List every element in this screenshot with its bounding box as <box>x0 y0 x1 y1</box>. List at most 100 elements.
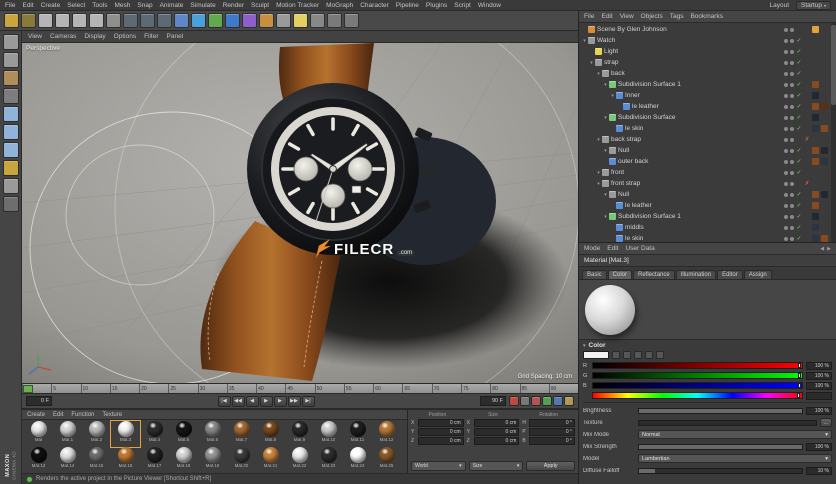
object-label[interactable]: front <box>611 169 784 176</box>
object-tree-row[interactable]: outer back ✓ <box>579 156 836 167</box>
material-item[interactable]: Mat.10 <box>314 421 343 447</box>
mix-strength-value-field[interactable]: 100 % <box>806 442 832 451</box>
material-tag-chip[interactable] <box>821 81 828 88</box>
menu-item[interactable]: Motion Tracker <box>276 2 319 9</box>
object-tree-row[interactable]: le leather ✓ <box>579 101 836 112</box>
viewport-menu-item[interactable]: Display <box>84 33 105 40</box>
texture-field[interactable] <box>638 419 817 426</box>
object-label[interactable]: strap <box>604 59 784 66</box>
material-sphere[interactable] <box>88 421 105 437</box>
render-visibility-dot[interactable] <box>790 38 794 43</box>
material-sphere[interactable] <box>291 421 308 437</box>
position-field[interactable]: 0 cm <box>418 428 464 436</box>
material-preview[interactable] <box>579 280 836 340</box>
expander-icon[interactable]: ▾ <box>595 181 602 187</box>
material-item[interactable]: Mat.13 <box>24 447 53 473</box>
enabled-check-icon[interactable]: ✓ <box>796 213 802 220</box>
material-tag-chip[interactable] <box>812 125 819 132</box>
object-label[interactable]: Inner <box>625 92 784 99</box>
enabled-check-icon[interactable]: ✓ <box>796 224 802 231</box>
material-tag-chip[interactable] <box>821 70 828 77</box>
editor-visibility-dot[interactable] <box>784 214 788 219</box>
material-tag-chip[interactable] <box>821 191 828 198</box>
material-item[interactable]: Mat.21 <box>256 447 285 473</box>
add-deformer-icon[interactable] <box>242 13 257 28</box>
blue-slider[interactable] <box>592 382 803 389</box>
editor-visibility-dot[interactable] <box>784 71 788 76</box>
menu-item[interactable]: Pipeline <box>396 2 419 9</box>
material-tag-chip[interactable] <box>821 48 828 55</box>
object-label[interactable]: Scene By Glen Johnson <box>597 26 784 33</box>
section-collapse-icon[interactable]: ▾ <box>583 343 586 349</box>
position-field[interactable]: 0 cm <box>418 437 464 445</box>
previous-frame-button[interactable]: ◀ <box>245 395 259 407</box>
material-tag-chip[interactable] <box>812 158 819 165</box>
material-sphere[interactable] <box>59 447 76 463</box>
material-item[interactable]: Mat.16 <box>111 447 140 473</box>
render-visibility-dot[interactable] <box>790 126 794 131</box>
editor-visibility-dot[interactable] <box>784 203 788 208</box>
timeline-ruler[interactable]: 051015202530354045505560657075808590 <box>22 383 578 394</box>
menu-item[interactable]: Tools <box>92 2 107 9</box>
polygons-mode-icon[interactable] <box>2 142 19 158</box>
move-icon[interactable] <box>55 13 70 28</box>
viewport-canvas[interactable]: Perspective FILECR .com Grid Spacing: 10… <box>22 43 578 383</box>
render-visibility-dot[interactable] <box>790 148 794 153</box>
material-tag-chip[interactable] <box>821 26 828 33</box>
autokey-icon[interactable] <box>520 396 530 406</box>
object-tree-row[interactable]: ▾ strap ✓ <box>579 57 836 68</box>
object-label[interactable]: le leather <box>625 202 784 209</box>
material-tag-chip[interactable] <box>812 114 819 121</box>
viewport-snap-icon[interactable] <box>2 178 19 194</box>
object-label[interactable]: Subdivision Surface <box>618 114 784 121</box>
attribute-tab[interactable]: Reflectance <box>633 270 675 279</box>
editor-visibility-dot[interactable] <box>784 192 788 197</box>
render-visibility-dot[interactable] <box>790 236 794 241</box>
color-picker-icon[interactable] <box>656 351 664 359</box>
mix-mode-dropdown[interactable]: Normal ▾ <box>638 430 832 439</box>
material-tag-chip[interactable] <box>812 169 819 176</box>
goto-end-button[interactable]: ▶| <box>301 395 315 407</box>
object-label[interactable]: le skin <box>625 235 784 242</box>
material-menu-item[interactable]: Function <box>71 412 94 418</box>
editor-visibility-dot[interactable] <box>784 159 788 164</box>
enabled-check-icon[interactable]: ✓ <box>796 92 802 99</box>
material-tag-chip[interactable] <box>821 37 828 44</box>
material-menu-item[interactable]: Edit <box>53 412 63 418</box>
material-item[interactable]: Mat.11 <box>343 421 372 447</box>
workplane-mode-icon[interactable] <box>2 88 19 104</box>
material-tag-chip[interactable] <box>812 92 819 99</box>
render-visibility-dot[interactable] <box>790 159 794 164</box>
material-item[interactable]: Mat.25 <box>372 447 401 473</box>
object-label[interactable]: back <box>611 70 784 77</box>
menu-item[interactable]: Plugins <box>426 2 447 9</box>
expander-icon[interactable]: ▾ <box>602 82 609 88</box>
object-tree-row[interactable]: le skin ✓ <box>579 233 836 242</box>
material-tag-chip[interactable] <box>812 180 819 187</box>
object-tree-row[interactable]: ▾ back strap ✗ <box>579 134 836 145</box>
object-label[interactable]: le skin <box>625 125 784 132</box>
material-item[interactable]: Mat.24 <box>343 447 372 473</box>
add-camera-icon[interactable] <box>276 13 291 28</box>
scale-icon[interactable] <box>72 13 87 28</box>
add-cube-icon[interactable] <box>174 13 189 28</box>
expander-icon[interactable]: ▾ <box>595 71 602 77</box>
startup-layout-dropdown[interactable]: Startup ▾ <box>796 0 831 10</box>
editor-visibility-dot[interactable] <box>784 137 788 142</box>
add-spline-icon[interactable] <box>191 13 206 28</box>
editor-visibility-dot[interactable] <box>784 27 788 32</box>
rotation-field[interactable]: 0 ° <box>529 437 576 445</box>
object-tree-row[interactable]: ▾ front ✓ <box>579 167 836 178</box>
material-item[interactable]: Mat.23 <box>314 447 343 473</box>
render-visibility-dot[interactable] <box>790 71 794 76</box>
material-tag-chip[interactable] <box>812 235 819 242</box>
object-label[interactable]: middls <box>625 224 784 231</box>
material-item[interactable]: Mat <box>24 421 53 447</box>
enabled-check-icon[interactable]: ✓ <box>796 81 802 88</box>
object-label[interactable]: Subdivision Surface 1 <box>618 81 784 88</box>
object-label[interactable]: outer back <box>618 158 784 165</box>
coordinate-system-dropdown[interactable]: World ▾ <box>411 461 466 471</box>
material-sphere[interactable] <box>233 421 250 437</box>
material-tag-chip[interactable] <box>821 59 828 66</box>
blue-value-field[interactable]: 100 % <box>806 381 832 390</box>
